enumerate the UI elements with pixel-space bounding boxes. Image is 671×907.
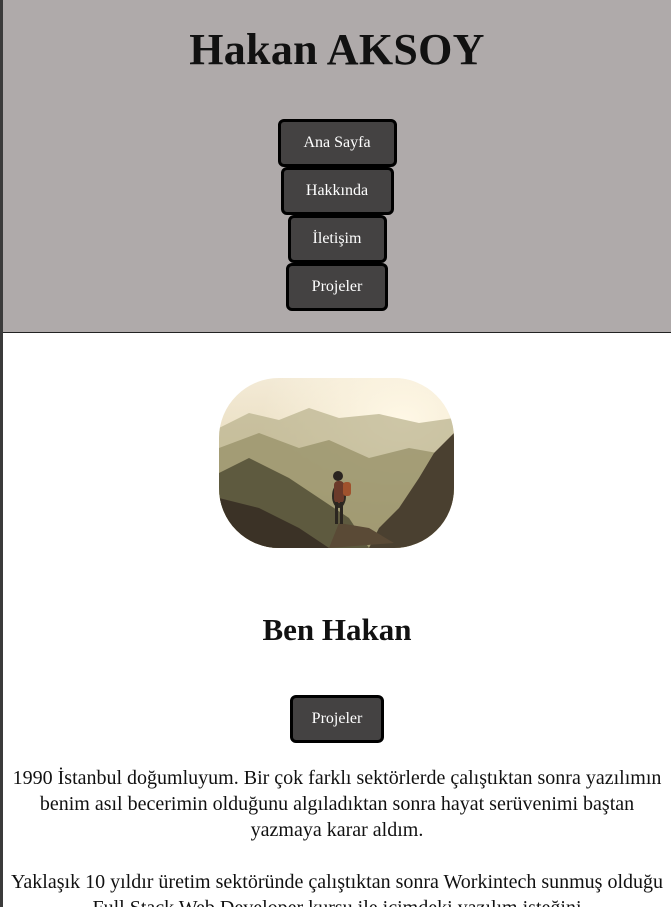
page-frame: Hakan AKSOY Ana Sayfa Hakkında İletişim …	[0, 0, 671, 907]
intro-heading: Ben Hakan	[262, 612, 412, 647]
hero-image	[219, 378, 454, 548]
nav-home-button[interactable]: Ana Sayfa	[277, 119, 397, 167]
nav-about-button[interactable]: Hakkında	[280, 167, 394, 215]
intro-cta: Projeler	[3, 695, 671, 743]
site-title: Hakan AKSOY	[189, 25, 485, 74]
bio-paragraph: Yaklaşık 10 yıldır üretim sektöründe çal…	[10, 871, 664, 907]
nav-contact-button[interactable]: İletişim	[287, 215, 387, 263]
hiker-photo-illustration	[219, 378, 454, 548]
main-nav: Ana Sayfa Hakkında İletişim Projeler	[3, 119, 671, 311]
bio-paragraph: 1990 İstanbul doğumluyum. Bir çok farklı…	[12, 767, 662, 841]
bio-section: 1990 İstanbul doğumluyum. Bir çok farklı…	[9, 765, 665, 907]
site-header: Hakan AKSOY Ana Sayfa Hakkında İletişim …	[3, 0, 671, 333]
nav-projects-button[interactable]: Projeler	[286, 263, 388, 311]
projects-button[interactable]: Projeler	[290, 695, 384, 743]
